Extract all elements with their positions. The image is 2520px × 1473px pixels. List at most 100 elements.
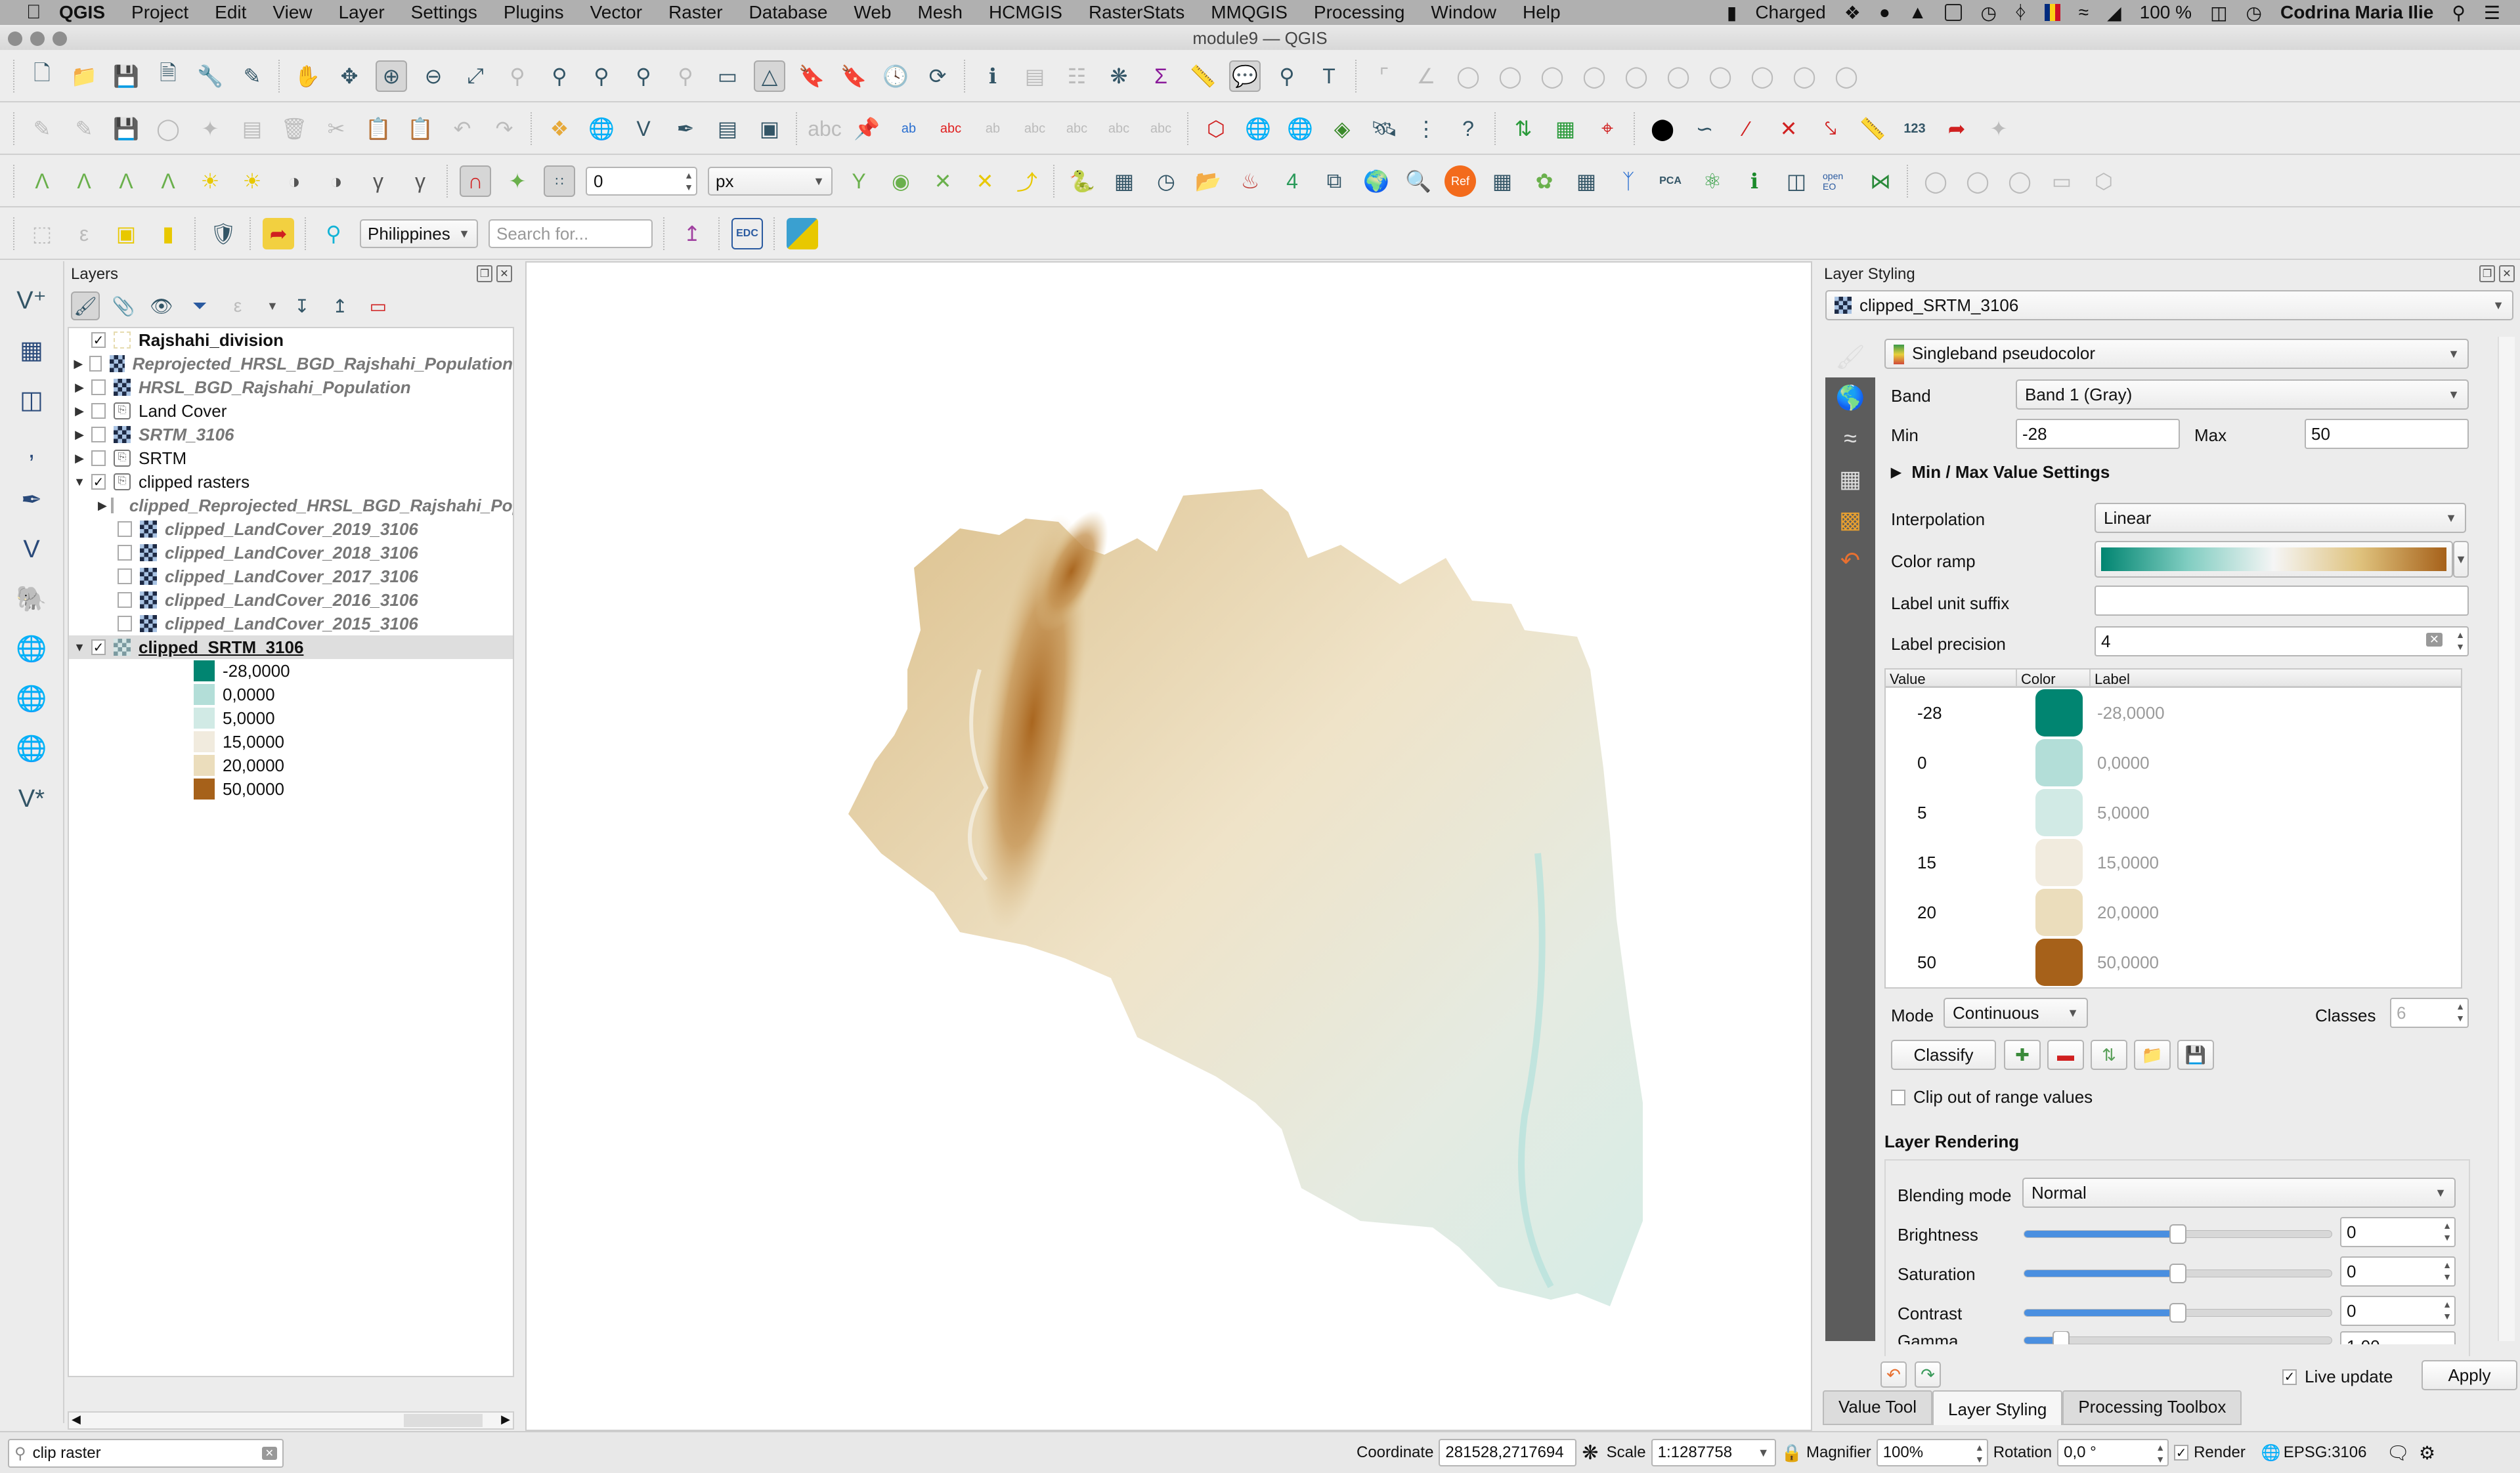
rotation-spinner[interactable]: ▲ ▼ — [2156, 1441, 2165, 1465]
rotate-point-symbols-icon[interactable]: ◯ — [1831, 60, 1862, 92]
class-color-swatch[interactable] — [2035, 689, 2083, 736]
colorful-plugin-icon[interactable]: ⚛ — [1697, 165, 1728, 197]
menu-help[interactable]: Help — [1523, 2, 1561, 23]
new-3d-map-icon[interactable]: △ — [754, 60, 785, 92]
layer-tree-item[interactable]: ✓ Rajshahi_division — [69, 328, 513, 352]
export-color-map-button[interactable]: 💾 — [2177, 1040, 2214, 1070]
class-label[interactable]: 50,0000 — [2091, 952, 2159, 973]
layer-visibility-checkbox[interactable] — [118, 592, 132, 608]
pan-icon[interactable]: ✋ — [292, 60, 323, 92]
tracing-icon[interactable]: ✕ — [969, 165, 1001, 197]
menu-view[interactable]: View — [272, 2, 312, 23]
layer-visibility-checkbox[interactable] — [118, 616, 132, 631]
clip-out-of-range-checkbox[interactable]: Clip out of range values — [1891, 1087, 2093, 1107]
snapping-layers-icon[interactable]: ✦ — [502, 165, 533, 197]
refresh-icon[interactable]: ⟳ — [922, 60, 953, 92]
blending-mode-select[interactable]: Normal ▼ — [2022, 1178, 2456, 1208]
redo-style-button[interactable]: ↷ — [1915, 1361, 1941, 1388]
menu-vector[interactable]: Vector — [590, 2, 642, 23]
color-class-row[interactable]: 5 5,0000 — [1886, 788, 2461, 838]
contrast-spinner[interactable]: ▲ ▼ — [2443, 1298, 2452, 1322]
menu-edit[interactable]: Edit — [215, 2, 246, 23]
geocoder-icon[interactable]: ⚲ — [318, 218, 349, 249]
slider-handle[interactable] — [2169, 1264, 2186, 1283]
float-panel-icon[interactable]: ❐ — [477, 265, 492, 282]
profile-tool-icon[interactable]: ↥ — [676, 218, 708, 249]
select-by-location-pin-icon[interactable]: ▮ — [152, 218, 184, 249]
sentinel-plugin-icon[interactable] — [787, 218, 818, 249]
shape-ellipse-icon[interactable]: ◯ — [2004, 165, 2035, 197]
brightness-spinner[interactable]: ▲ ▼ — [2443, 1220, 2452, 1243]
map-canvas[interactable] — [525, 261, 1812, 1431]
collapse-arrow-icon[interactable]: ▼ — [72, 641, 87, 654]
checkbox[interactable]: ✓ — [2282, 1369, 2297, 1385]
expand-arrow-icon[interactable]: ▶ — [72, 428, 87, 442]
minmax-settings-expander[interactable]: ▶ Min / Max Value Settings — [1891, 462, 2110, 482]
menu-rasterstats[interactable]: RasterStats — [1089, 2, 1184, 23]
increase-brightness-icon[interactable]: ☀ — [194, 165, 226, 197]
azimuth-tool-icon[interactable]: ⤥ — [1815, 113, 1846, 144]
layer-tree-item[interactable]: ▶ ⎘ SRTM — [69, 446, 513, 470]
network-plugin-icon[interactable]: ᛉ — [1613, 165, 1644, 197]
menu-mmqgis[interactable]: MMQGIS — [1211, 2, 1288, 23]
class-label[interactable]: 0,0000 — [2091, 753, 2150, 773]
add-mesh-layer-icon[interactable]: ◫ — [12, 381, 51, 419]
menu-raster[interactable]: Raster — [668, 2, 722, 23]
class-value[interactable]: 15 — [1886, 853, 2017, 873]
new-project-icon[interactable]: 🗋 — [26, 60, 58, 92]
cumulative-stretch-icon[interactable]: Λ — [110, 165, 142, 197]
layer-tree-item[interactable]: clipped_LandCover_2015_3106 — [69, 612, 513, 635]
measure-line-icon[interactable]: 📏 — [1187, 60, 1219, 92]
layer-visibility-checkbox[interactable]: ✓ — [91, 639, 106, 655]
highlight-pinned-labels-icon[interactable]: ab — [977, 113, 1009, 144]
symbology-tab-icon[interactable]: 🖌 — [1825, 337, 1875, 377]
magnifier-spinner[interactable]: ▲ ▼ — [1975, 1441, 1984, 1465]
classes-spinbox[interactable]: 6 ▲ ▼ — [2390, 998, 2469, 1028]
label-suffix-input[interactable] — [2095, 586, 2469, 616]
messages-icon[interactable]: 🗨 — [2386, 1442, 2410, 1464]
coordinate-field[interactable]: 281528,2717694 — [1439, 1439, 1577, 1466]
contrast-spinbox[interactable]: 0 ▲ ▼ — [2340, 1296, 2456, 1326]
ref-plugin-icon[interactable]: Ref — [1445, 165, 1476, 197]
color-class-row[interactable]: 50 50,0000 — [1886, 937, 2461, 987]
add-raster-layer-icon[interactable]: ▦ — [12, 331, 51, 369]
load-layers-icon[interactable]: 📂 — [1192, 165, 1224, 197]
layer-labeling-options-icon[interactable]: ab — [893, 113, 924, 144]
self-snapping-icon[interactable]: ◉ — [885, 165, 917, 197]
tab-value-tool[interactable]: Value Tool — [1823, 1390, 1933, 1425]
toolbar-handle[interactable] — [13, 60, 16, 93]
deselect-all-icon[interactable]: ▣ — [110, 218, 142, 249]
add-spatialite-icon[interactable]: ✒ — [12, 480, 51, 519]
battery-icon[interactable]: ◫ — [2210, 2, 2227, 24]
add-virtual-layer-icon[interactable]: V — [12, 530, 51, 568]
swipe-plugin-icon[interactable]: ◫ — [1781, 165, 1812, 197]
openeo-plugin-icon[interactable]: open EO — [1823, 165, 1854, 197]
new-spatialite-icon[interactable]: ✒ — [670, 113, 701, 144]
class-label[interactable]: -28,0000 — [2091, 703, 2165, 723]
layer-tree-item[interactable]: ▼ ✓ clipped_SRTM_3106 — [69, 635, 513, 659]
binoculars-icon[interactable]: 🔍 — [1402, 165, 1434, 197]
menu-plugins[interactable]: Plugins — [504, 2, 564, 23]
temporal-controller-icon[interactable]: 🕓 — [880, 60, 911, 92]
brightness-spinbox[interactable]: 0 ▲ ▼ — [2340, 1217, 2456, 1247]
decrease-gamma-icon[interactable]: γ — [404, 165, 436, 197]
input-flag-icon[interactable] — [2044, 4, 2060, 21]
undo-icon[interactable]: ↶ — [446, 113, 478, 144]
toggle-editing-icon[interactable]: ✎ — [68, 113, 100, 144]
layer-visibility-checkbox[interactable] — [91, 403, 106, 419]
save-project-icon[interactable]: 💾 — [110, 60, 142, 92]
add-class-button[interactable]: ✚ — [2004, 1040, 2041, 1070]
add-xyz-icon[interactable]: 🌐 — [12, 680, 51, 718]
load-color-map-button[interactable]: 📁 — [2134, 1040, 2171, 1070]
shape-rectangle-icon[interactable]: ▭ — [2046, 165, 2077, 197]
layer-visibility-checkbox[interactable] — [89, 356, 102, 372]
raster-calculator-icon[interactable]: ▦ — [1108, 165, 1140, 197]
new-temporary-layer-icon[interactable]: ▣ — [754, 113, 785, 144]
interpolation-select[interactable]: Linear ▼ — [2095, 503, 2466, 533]
fire-plugin-icon[interactable]: ♨ — [1234, 165, 1266, 197]
styling-vscrollbar[interactable] — [2498, 337, 2515, 1341]
topological-editing-icon[interactable]: Y — [843, 165, 875, 197]
notification-center-icon[interactable]: ☰ — [2484, 2, 2500, 24]
circle-tool-icon[interactable]: ⬤ — [1647, 113, 1678, 144]
saturation-slider[interactable] — [2024, 1264, 2332, 1283]
